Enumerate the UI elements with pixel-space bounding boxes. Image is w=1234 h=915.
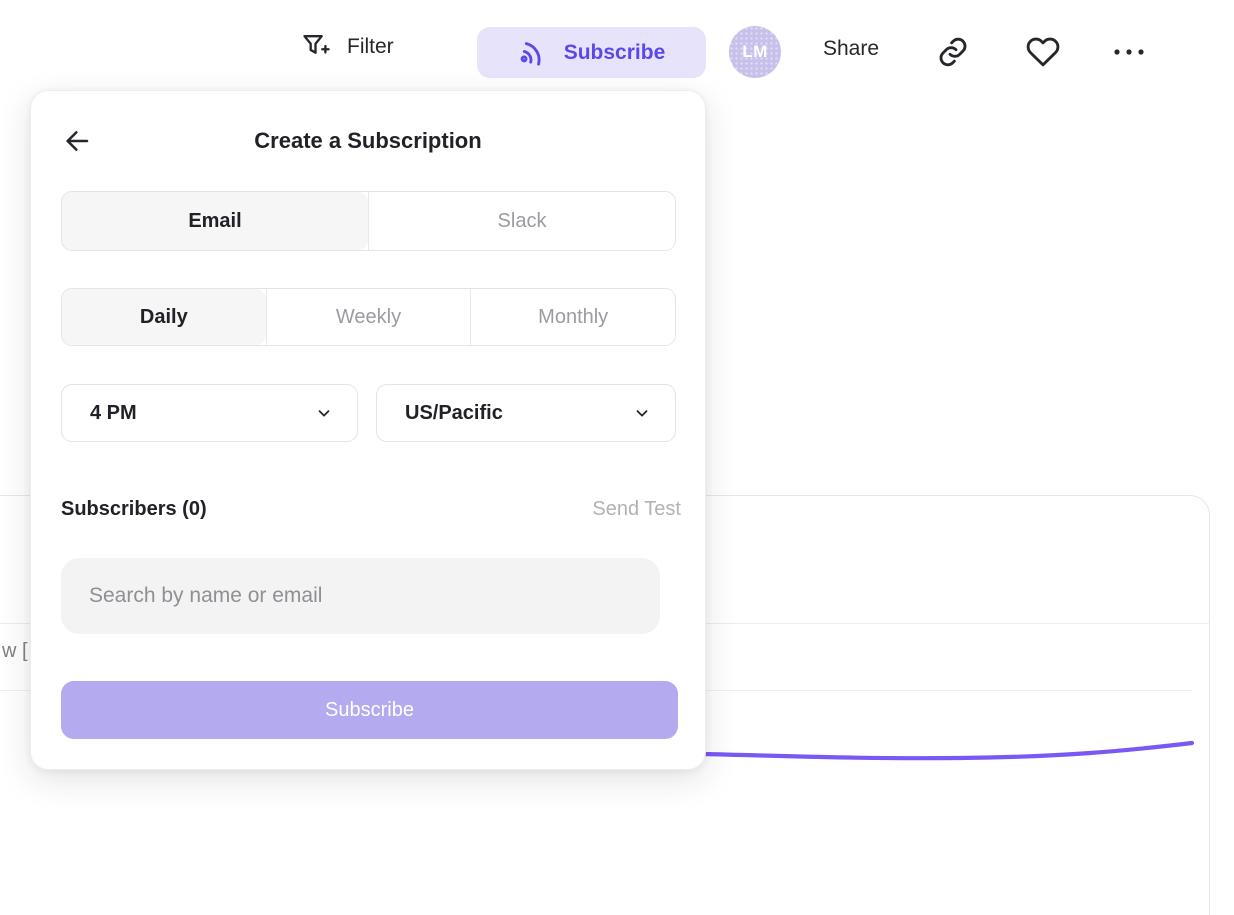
heart-icon <box>1025 34 1061 70</box>
send-test-button[interactable]: Send Test <box>592 498 681 521</box>
create-subscription-modal: Create a Subscription Email Slack Daily … <box>30 90 706 770</box>
favorite-button[interactable] <box>1025 34 1061 70</box>
subscribers-row: Subscribers (0) Send Test <box>61 494 681 524</box>
background-partial-text: w [ <box>2 640 28 663</box>
link-icon <box>935 34 971 70</box>
frequency-tab-group: Daily Weekly Monthly <box>61 288 676 346</box>
chevron-down-icon <box>633 404 651 422</box>
ellipsis-icon <box>1110 40 1148 64</box>
subscribe-toolbar-button[interactable]: Subscribe <box>477 27 706 78</box>
more-options-button[interactable] <box>1110 40 1148 64</box>
channel-tab-group: Email Slack <box>61 191 676 251</box>
share-button[interactable]: Share <box>823 37 879 61</box>
chevron-down-icon <box>315 404 333 422</box>
rss-icon <box>515 34 551 70</box>
timezone-select-value: US/Pacific <box>405 402 633 425</box>
copy-link-button[interactable] <box>935 34 971 70</box>
subscriber-search-input[interactable] <box>61 558 660 634</box>
modal-header: Create a Subscription <box>31 125 705 159</box>
tab-slack[interactable]: Slack <box>368 192 675 250</box>
subscribe-label: Subscribe <box>564 41 666 65</box>
tab-weekly[interactable]: Weekly <box>266 289 471 345</box>
background-chart-line <box>700 725 1200 780</box>
time-select[interactable]: 4 PM <box>61 384 358 442</box>
tab-daily[interactable]: Daily <box>62 289 266 345</box>
avatar-initials: LM <box>742 42 768 62</box>
tab-monthly[interactable]: Monthly <box>470 289 675 345</box>
filter-label: Filter <box>347 35 394 59</box>
time-select-value: 4 PM <box>90 402 315 425</box>
filter-plus-icon <box>299 30 332 63</box>
filter-button[interactable]: Filter <box>299 30 394 63</box>
subscribers-count-label: Subscribers (0) <box>61 498 592 521</box>
user-avatar[interactable]: LM <box>729 26 781 78</box>
timezone-select[interactable]: US/Pacific <box>376 384 676 442</box>
modal-title: Create a Subscription <box>31 128 705 154</box>
tab-email[interactable]: Email <box>62 192 368 250</box>
subscribe-submit-button[interactable]: Subscribe <box>61 681 678 739</box>
